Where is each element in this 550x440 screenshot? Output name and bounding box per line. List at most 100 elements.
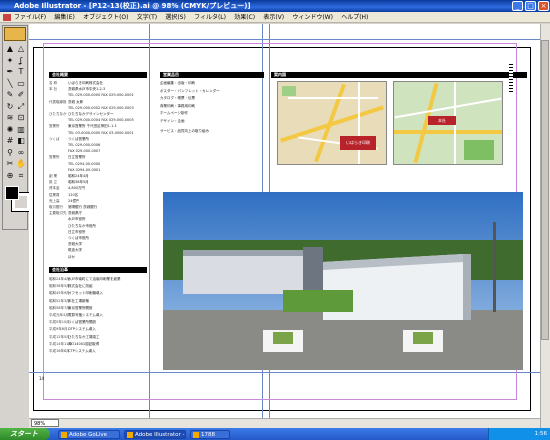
task-illustrator[interactable]: Adobe Illustrator - bbox=[124, 430, 186, 439]
info-row: 昭和45年9月オフセット印刷機導入 bbox=[49, 291, 103, 296]
scale-tool-icon[interactable]: ⤢ bbox=[16, 102, 26, 112]
info-row-label: 昭和58年7月 bbox=[49, 305, 70, 310]
info-row-label: 平成5年10月 bbox=[49, 320, 70, 325]
info-row: TEL 03-0000-0000 FAX 03-0000-0001 bbox=[49, 131, 134, 136]
area-map-1: いばらき印刷 bbox=[277, 81, 387, 165]
area-map-2: 本社 bbox=[393, 81, 503, 165]
paintbrush-tool-icon[interactable]: ✎ bbox=[5, 90, 15, 100]
menu-filter[interactable]: フィルタ(L) bbox=[191, 12, 229, 23]
info-row-value: TEL 029-000-0004 FAX 029-000-0005 bbox=[68, 118, 134, 123]
section-header-history: 会社沿革 bbox=[49, 267, 147, 273]
magic-wand-tool-icon[interactable]: ✦ bbox=[5, 56, 15, 66]
blend-tool-icon[interactable]: ∞ bbox=[16, 148, 26, 158]
lasso-tool-icon[interactable]: ʆ bbox=[16, 56, 26, 66]
info-row: TEL 029-000-0002 FAX 029-000-0003 bbox=[49, 106, 134, 111]
info-row-value: 水戸市南町にて活版印刷業を創業 bbox=[68, 277, 121, 281]
maximize-button[interactable]: □ bbox=[525, 1, 536, 11]
info-row: 主要取引先 茨城県庁 bbox=[49, 211, 82, 216]
menu-edit[interactable]: 編集(E) bbox=[51, 12, 77, 23]
info-row-value: 東京営業所開設 bbox=[68, 305, 93, 310]
menu-help[interactable]: ヘルプ(H) bbox=[338, 12, 371, 23]
info-row: 昭和58年7月東京営業所開設 bbox=[49, 306, 93, 311]
info-row: 代表取締役 茨城 太郎 bbox=[49, 100, 83, 105]
slice-tool-icon[interactable]: ⌗ bbox=[16, 171, 26, 181]
zoom-tool-icon[interactable]: ⊕ bbox=[5, 171, 15, 181]
info-row: TEL 029-000-0000 FAX 029-000-0001 bbox=[49, 93, 134, 98]
info-row: 日立市役所 bbox=[49, 230, 86, 235]
business-note: サービス・品質向上の取り組み bbox=[160, 129, 209, 133]
selection-tool-icon[interactable]: ▲ bbox=[5, 44, 15, 54]
info-row-value: ひたちなかデザインセンター bbox=[68, 112, 114, 116]
type-tool-icon[interactable]: T bbox=[16, 67, 26, 77]
info-row-value: つくば営業所 bbox=[68, 136, 89, 141]
info-row-label: 営業所 bbox=[49, 124, 60, 129]
info-row-value: TEL 03-0000-0000 FAX 03-0000-0001 bbox=[68, 130, 134, 135]
document-canvas[interactable]: 会社概要 名 称いばらき印刷株式会社本 社茨城県水戸市中央1-2-3 TEL 02… bbox=[29, 24, 540, 428]
rotate-tool-icon[interactable]: ↻ bbox=[5, 102, 15, 112]
pen-tool-icon[interactable]: ✒ bbox=[5, 67, 15, 77]
menu-window[interactable]: ウィンドウ(W) bbox=[289, 12, 336, 23]
menu-select[interactable]: 選択(S) bbox=[162, 12, 189, 23]
info-row-value: 日立営業所 bbox=[68, 155, 86, 160]
info-row: ポスター・パンフレット・カレンダー bbox=[160, 88, 220, 93]
info-row-value: FAX 0294-00-0001 bbox=[68, 167, 101, 172]
zoom-level-field[interactable]: 98% bbox=[31, 419, 59, 427]
info-row-label: 取引銀行 bbox=[49, 205, 63, 209]
info-row: つくば つくば営業所 bbox=[49, 137, 89, 142]
info-row-value: 日立市役所 bbox=[68, 229, 86, 234]
info-row-value: 常陽銀行 茨城銀行 bbox=[68, 205, 98, 209]
minimize-button[interactable]: _ bbox=[512, 1, 523, 11]
direct-selection-tool-icon[interactable]: △ bbox=[16, 44, 26, 54]
info-row: FAX 029-000-0007 bbox=[49, 149, 100, 154]
info-row: FAX 0294-00-0001 bbox=[49, 168, 100, 173]
menu-object[interactable]: オブジェクト(O) bbox=[80, 12, 131, 23]
menu-view[interactable]: 表示(V) bbox=[260, 12, 287, 23]
free-transform-tool-icon[interactable]: ⊡ bbox=[16, 113, 26, 123]
golive-icon bbox=[61, 432, 67, 438]
eyedropper-tool-icon[interactable]: ⚲ bbox=[5, 148, 15, 158]
menu-effect[interactable]: 効果(C) bbox=[231, 12, 258, 23]
info-row-label: 従業員 bbox=[49, 192, 60, 197]
info-row: 平成12年5月ひたちなか工場竣工 bbox=[49, 335, 100, 340]
close-button[interactable]: × bbox=[538, 1, 549, 11]
info-row: 平成14年11月ISO14001認証取得 bbox=[49, 342, 99, 347]
document-icon bbox=[3, 14, 11, 21]
info-row-label: 名 称 bbox=[49, 81, 58, 85]
line-tool-icon[interactable]: ╲ bbox=[5, 79, 15, 89]
scissors-tool-icon[interactable]: ✂ bbox=[5, 159, 15, 169]
start-button[interactable]: スタート bbox=[0, 428, 50, 440]
info-row: 企画編集・出版・印刷 bbox=[160, 81, 195, 85]
task-golive[interactable]: Adobe GoLive bbox=[58, 430, 120, 439]
graph-tool-icon[interactable]: ▥ bbox=[16, 125, 26, 135]
info-row-value: ほか bbox=[68, 254, 75, 259]
info-row: TEL 029-000-0006 bbox=[49, 143, 100, 148]
info-row: 昭和24年4月水戸市南町にて活版印刷業を創業 bbox=[49, 277, 121, 282]
info-row: 資本金 4,800万円 bbox=[49, 186, 85, 191]
hand-tool-icon[interactable]: ✋ bbox=[16, 159, 26, 169]
info-row-label: 昭和52年3月 bbox=[49, 298, 70, 303]
fill-stroke-swatch[interactable] bbox=[5, 186, 31, 212]
info-row-value: 株式会社に改組 bbox=[68, 284, 93, 289]
mesh-tool-icon[interactable]: # bbox=[5, 136, 15, 146]
rectangle-tool-icon[interactable]: ▭ bbox=[16, 79, 26, 89]
task-other[interactable]: 1788 bbox=[190, 430, 230, 439]
vertical-scroll-thumb[interactable] bbox=[541, 40, 549, 340]
info-row-value: 東京営業所 千代田区神田1-1-1 bbox=[68, 124, 117, 129]
info-row-value: ISO14001認証取得 bbox=[68, 341, 100, 346]
symbol-sprayer-tool-icon[interactable]: ✺ bbox=[5, 125, 15, 135]
fill-swatch-icon[interactable] bbox=[5, 186, 19, 200]
guide-line[interactable] bbox=[29, 39, 540, 40]
crop-marks bbox=[509, 64, 513, 92]
info-row-value: CTPシステム導入 bbox=[68, 349, 96, 353]
horizontal-scrollbar[interactable] bbox=[29, 418, 540, 428]
pencil-tool-icon[interactable]: ✐ bbox=[16, 90, 26, 100]
info-row: 昭和52年3月本社工場新築 bbox=[49, 299, 89, 304]
warp-tool-icon[interactable]: ≋ bbox=[5, 113, 15, 123]
info-row: 茨城大学 bbox=[49, 242, 82, 247]
info-row: 創 業 昭和24年4月 bbox=[49, 174, 89, 179]
info-row-value: 120名 bbox=[68, 192, 79, 197]
info-row-label: 昭和24年4月 bbox=[49, 277, 70, 281]
gradient-tool-icon[interactable]: ◧ bbox=[16, 136, 26, 146]
menu-type[interactable]: 文字(T) bbox=[134, 12, 160, 23]
map-headquarters-label: 本社 bbox=[428, 116, 456, 125]
